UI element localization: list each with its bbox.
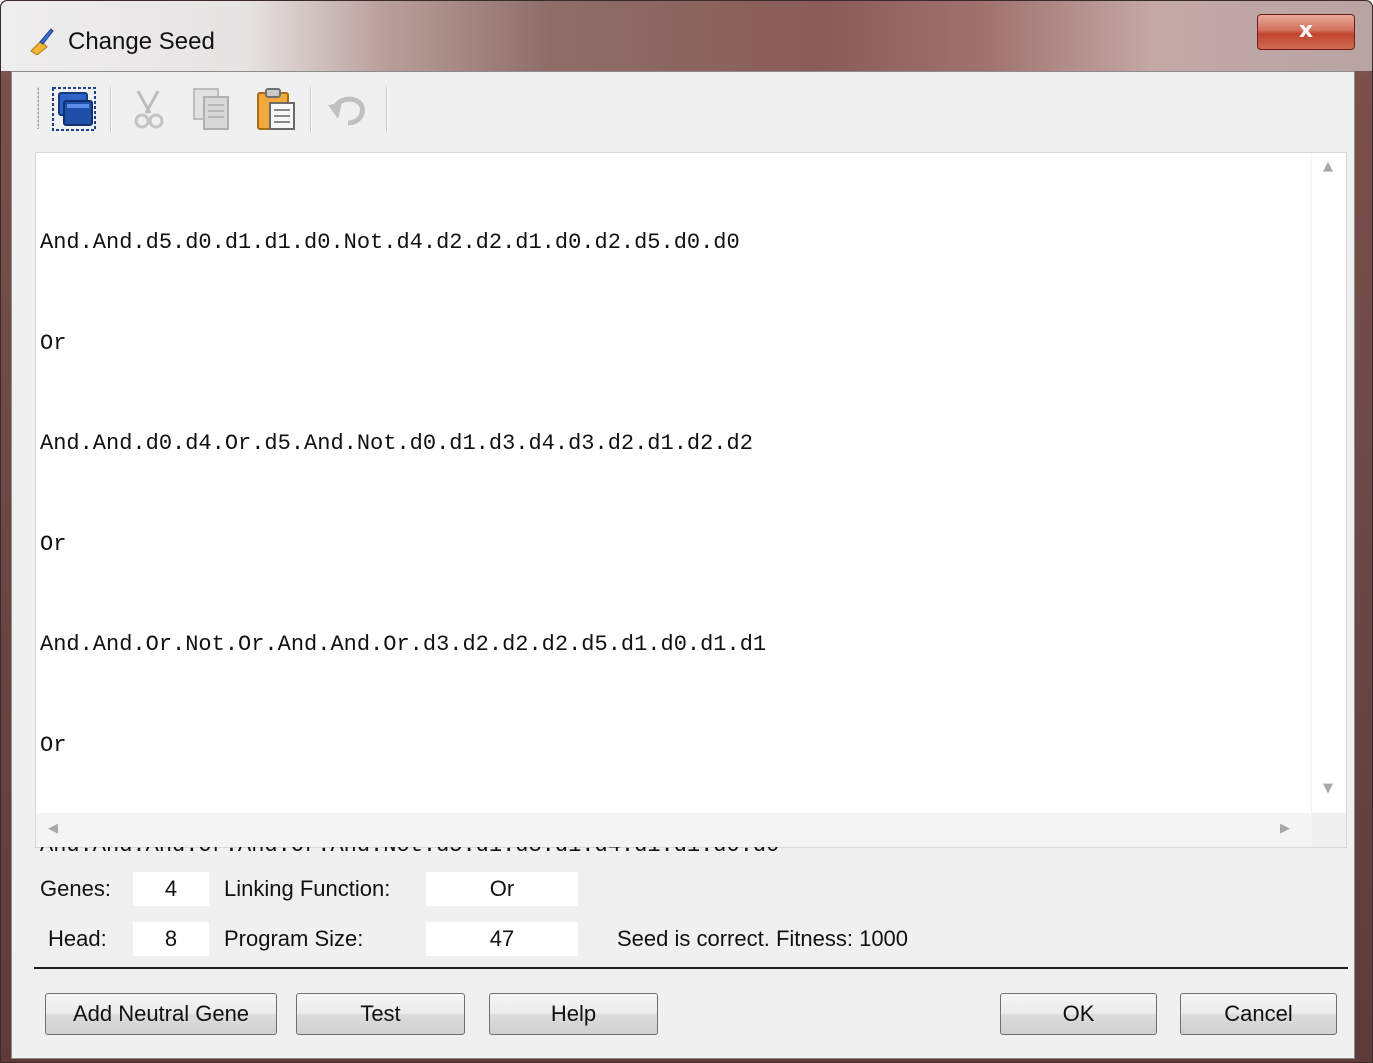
head-label: Head: (48, 926, 107, 951)
undo-icon[interactable] (324, 85, 372, 133)
add-neutral-gene-button[interactable]: Add Neutral Gene (45, 993, 277, 1035)
test-button[interactable]: Test (296, 993, 465, 1035)
scroll-left-icon[interactable]: ◀ (48, 821, 58, 836)
close-button[interactable]: x (1257, 14, 1355, 50)
toolbar-grip[interactable] (37, 87, 39, 129)
genes-field[interactable]: 4 (133, 872, 209, 906)
seed-line: And.And.Or.Not.Or.And.And.Or.d3.d2.d2.d2… (40, 632, 767, 657)
seed-line: Or (40, 330, 67, 356)
help-button[interactable]: Help (489, 993, 658, 1035)
scroll-down-icon[interactable]: ▼ (1323, 781, 1333, 796)
toolbar-separator (386, 87, 388, 133)
genes-label: Genes: (40, 876, 111, 901)
paste-icon[interactable] (252, 85, 300, 133)
cancel-button[interactable]: Cancel (1180, 993, 1337, 1035)
toolbar-separator (310, 87, 312, 133)
seed-line: And.And.d5.d0.d1.d1.d0.Not.d4.d2.d2.d1.d… (40, 230, 740, 255)
horizontal-scrollbar[interactable]: ◀ ▶ (36, 813, 1312, 847)
window-title: Change Seed (68, 28, 215, 55)
linking-function-field[interactable]: Or (426, 872, 578, 906)
scrollbar-corner (1312, 813, 1346, 847)
vertical-scrollbar[interactable]: ▲ ▼ (1311, 153, 1346, 813)
seed-line: Or (40, 531, 67, 557)
dialog-body: And.And.d5.d0.d1.d1.d0.Not.d4.d2.d2.d1.d… (11, 71, 1355, 1059)
head-field[interactable]: 8 (133, 922, 209, 956)
editor-toolbar (34, 79, 394, 135)
program-size-label: Program Size: (224, 926, 364, 951)
cut-icon[interactable] (124, 85, 172, 133)
copy-icon[interactable] (188, 85, 236, 133)
toolbar-separator (110, 87, 112, 133)
scroll-right-icon[interactable]: ▶ (1280, 821, 1290, 836)
title-bar[interactable]: Change Seed x (1, 1, 1372, 71)
divider (34, 967, 1348, 969)
seed-status-text: Seed is correct. Fitness: 1000 (617, 926, 909, 951)
linking-function-label: Linking Function: (224, 876, 391, 901)
change-seed-dialog: Change Seed x And.And.d5.d0.d1.d1.d0.Not… (0, 0, 1373, 1063)
ok-button[interactable]: OK (1000, 993, 1157, 1035)
seed-line: Or (40, 732, 67, 758)
seed-line: And.And.d0.d4.Or.d5.And.Not.d0.d1.d3.d4.… (40, 431, 753, 456)
broom-icon (30, 28, 54, 55)
scroll-up-icon[interactable]: ▲ (1323, 159, 1333, 174)
program-size-field: 47 (426, 922, 578, 956)
select-all-icon[interactable] (50, 85, 98, 133)
seed-editor[interactable]: And.And.d5.d0.d1.d1.d0.Not.d4.d2.d2.d1.d… (35, 152, 1347, 858)
